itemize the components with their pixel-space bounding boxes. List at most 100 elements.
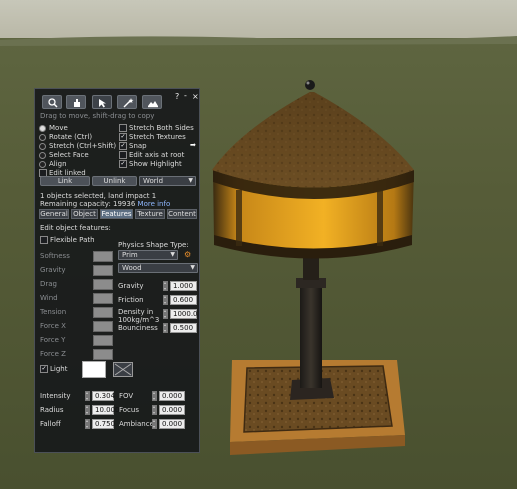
ambiance-spinner[interactable] (152, 419, 157, 429)
density-spinner[interactable] (163, 309, 168, 319)
rotate-radio[interactable] (39, 134, 46, 141)
falloff-label: Falloff (40, 420, 61, 428)
physics-shape-value: Prim (122, 251, 138, 259)
material-select[interactable]: Wood ▼ (118, 263, 198, 273)
hand-icon (74, 99, 80, 107)
tab-content[interactable]: Content (167, 209, 197, 219)
physics-shape-label: Physics Shape Type: (118, 241, 189, 249)
ruler-mode-value: World (143, 177, 164, 185)
wind-field[interactable] (93, 293, 113, 304)
show-highlight-checkbox[interactable]: ✓ (119, 160, 127, 168)
drag-field[interactable] (93, 279, 113, 290)
focus-spinner[interactable] (152, 405, 157, 415)
build-floater: ? - × Drag to move, shift-drag to copy M… (34, 88, 200, 453)
physics-help-icon[interactable]: ⚙ (184, 250, 191, 259)
fov-spinner[interactable] (152, 391, 157, 401)
density-field[interactable]: 1000.0 (170, 309, 198, 319)
chevron-down-icon: ▼ (188, 177, 193, 184)
pointer-icon (99, 99, 106, 108)
radius-label: Radius (40, 406, 64, 414)
force-x-label: Force X (40, 322, 66, 330)
stretch-textures-checkbox[interactable]: ✓ (119, 133, 127, 141)
falloff-spinner[interactable] (85, 419, 90, 429)
select-face-label: Select Face (49, 151, 89, 159)
no-texture-icon (114, 363, 132, 376)
radius-spinner[interactable] (85, 405, 90, 415)
minimize-button[interactable]: - (184, 91, 187, 100)
physics-shape-select[interactable]: Prim ▼ (118, 250, 178, 260)
intensity-field[interactable]: 0.304 (92, 391, 115, 401)
intensity-label: Intensity (40, 392, 71, 400)
more-info-link[interactable]: More info (138, 200, 171, 208)
stretch-radio[interactable] (39, 143, 46, 150)
flexible-path-label: Flexible Path (50, 236, 95, 244)
link-button[interactable]: Link (40, 176, 90, 186)
force-y-field[interactable] (93, 335, 113, 346)
magnifier-icon (48, 98, 58, 108)
stretch-both-sides-label: Stretch Both Sides (129, 124, 194, 132)
gravity-flex-label: Gravity (40, 266, 66, 274)
fov-label: FOV (119, 392, 134, 400)
fov-field[interactable]: 0.000 (159, 391, 185, 401)
create-tool-button[interactable] (117, 95, 137, 109)
drag-hint: Drag to move, shift-drag to copy (40, 112, 155, 120)
density-label: Density in 100kg/m^3 (118, 308, 160, 324)
drag-label: Drag (40, 280, 58, 288)
land-tool-button[interactable] (142, 95, 162, 109)
move-tool-button[interactable] (66, 95, 86, 109)
tab-features[interactable]: Features (100, 209, 133, 219)
bounciness-spinner[interactable] (163, 323, 168, 333)
light-checkbox[interactable]: ✓ (40, 365, 48, 373)
unlink-button[interactable]: Unlink (92, 176, 137, 186)
align-label: Align (49, 160, 67, 168)
focus-field[interactable]: 0.000 (159, 405, 185, 415)
show-highlight-label: Show Highlight (129, 160, 182, 168)
edit-axis-root-checkbox[interactable] (119, 151, 127, 159)
material-value: Wood (122, 264, 142, 272)
intensity-spinner[interactable] (85, 391, 90, 401)
help-button[interactable]: ? (175, 92, 179, 101)
chevron-down-icon: ▼ (190, 264, 195, 271)
physics-gravity-field[interactable]: 1.000 (170, 281, 197, 291)
softness-field[interactable] (93, 251, 113, 262)
light-color-swatch[interactable] (82, 361, 106, 378)
select-face-radio[interactable] (39, 152, 46, 159)
gravity-flex-field[interactable] (93, 265, 113, 276)
tab-texture[interactable]: Texture (135, 209, 165, 219)
radius-field[interactable]: 10.000 (92, 405, 120, 415)
wind-label: Wind (40, 294, 58, 302)
edit-axis-root-label: Edit axis at root (129, 151, 185, 159)
stretch-label: Stretch (Ctrl+Shift) (49, 142, 117, 150)
force-z-label: Force Z (40, 350, 66, 358)
snap-options-arrow-icon[interactable]: ➡ (190, 141, 196, 150)
bounciness-label: Bounciness (118, 324, 158, 332)
friction-spinner[interactable] (163, 295, 168, 305)
ambiance-label: Ambiance (119, 420, 154, 428)
tab-object[interactable]: Object (71, 209, 98, 219)
focus-tool-button[interactable] (42, 95, 62, 109)
tension-field[interactable] (93, 307, 113, 318)
flexible-path-checkbox[interactable] (40, 236, 48, 244)
physics-gravity-spinner[interactable] (163, 281, 168, 291)
bounciness-field[interactable]: 0.500 (170, 323, 197, 333)
ruler-mode-select[interactable]: World ▼ (139, 176, 196, 186)
snap-checkbox[interactable]: ✓ (119, 142, 127, 150)
align-radio[interactable] (39, 161, 46, 168)
rotate-label: Rotate (Ctrl) (49, 133, 93, 141)
stretch-both-sides-checkbox[interactable] (119, 124, 127, 132)
light-texture-swatch[interactable] (113, 362, 133, 377)
move-label: Move (49, 124, 68, 132)
move-radio[interactable] (39, 125, 46, 132)
tab-general[interactable]: General (39, 209, 69, 219)
friction-field[interactable]: 0.600 (170, 295, 197, 305)
light-label: Light (50, 365, 68, 373)
falloff-field[interactable]: 0.750 (92, 419, 115, 429)
land-icon (148, 101, 158, 108)
edit-features-heading: Edit object features: (40, 224, 111, 232)
force-z-field[interactable] (93, 349, 113, 360)
chevron-down-icon: ▼ (170, 251, 175, 258)
edit-tool-button[interactable] (92, 95, 112, 109)
ambiance-field[interactable]: 0.000 (159, 419, 185, 429)
force-x-field[interactable] (93, 321, 113, 332)
close-button[interactable]: × (192, 92, 199, 101)
